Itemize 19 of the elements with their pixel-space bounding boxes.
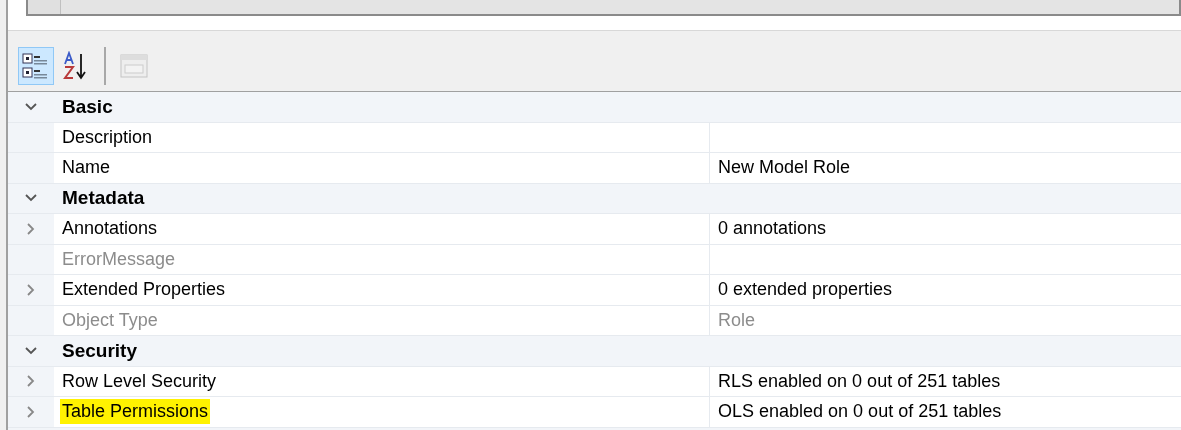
property-name: Object Type (61, 308, 159, 332)
category-header: Basic (61, 94, 113, 119)
property-value-cell: OLS enabled on 0 out of 251 tables (710, 397, 1181, 427)
property-value-cell: Role (710, 305, 1181, 335)
property-name: Extended Properties (61, 278, 227, 302)
property-name: Name (61, 156, 111, 180)
category-header: Security (61, 338, 137, 363)
property-name: Table Permissions (60, 399, 211, 425)
property-name: Description (61, 125, 154, 149)
property-value-cell: RLS enabled on 0 out of 251 tables (710, 366, 1181, 396)
category-header: Metadata (61, 186, 145, 211)
property-name: Annotations (61, 217, 159, 241)
property-name: Row Level Security (61, 369, 218, 393)
property-value-cell: New Model Role (710, 153, 1181, 183)
categorized-button[interactable] (18, 47, 54, 85)
property-value-cell: 0 annotations (710, 214, 1181, 244)
property-name: ErrorMessage (61, 247, 177, 271)
property-pages-icon (119, 51, 149, 81)
property-value-cell: 0 extended properties (710, 275, 1181, 305)
